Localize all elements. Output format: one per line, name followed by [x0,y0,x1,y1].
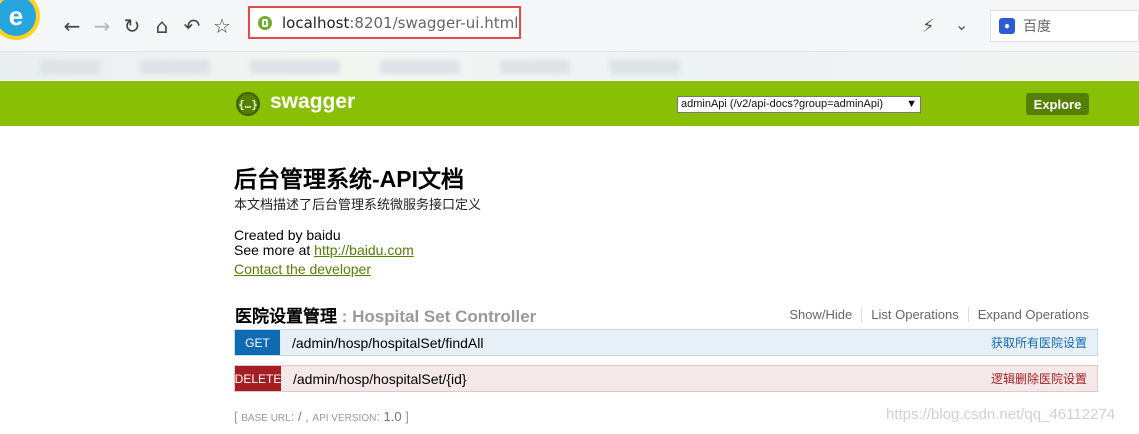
star-icon[interactable]: ☆ [210,14,234,38]
resource-name-cn: 医院设置管理 [235,307,337,326]
base-url-value: / [297,409,302,424]
api-version-label: API VERSION [312,413,377,424]
method-badge-get[interactable]: GET [235,330,280,355]
swagger-header: {…} swagger adminApi (/v2/api-docs?group… [0,81,1139,126]
home-icon[interactable]: ⌂ [150,14,174,38]
site-security-icon [258,15,272,30]
chevron-down-icon[interactable]: ⌄ [955,15,968,35]
contact-developer-link[interactable]: Contact the developer [234,261,371,277]
list-operations-link[interactable]: List Operations [862,307,969,322]
forward-icon[interactable]: → [90,14,114,38]
bolt-icon[interactable]: ⚡ [922,16,935,37]
see-more-link[interactable]: http://baidu.com [314,242,414,258]
created-by: Created by baidu [234,227,341,243]
search-box[interactable]: ● 百度 [990,10,1139,42]
url-text: localhost:8201/swagger-ui.html [282,13,519,32]
endpoint-path[interactable]: /admin/hosp/hospitalSet/{id} [293,371,991,387]
reload-icon[interactable]: ↻ [120,14,144,38]
api-group-value: adminApi (/v2/api-docs?group=adminApi) [681,98,884,110]
resource-operations: Show/Hide List Operations Expand Operati… [780,307,1089,322]
contact-row: Contact the developer [234,261,371,277]
bookmark-item[interactable] [40,60,100,74]
expand-operations-link[interactable]: Expand Operations [969,307,1089,322]
search-engine-label: 百度 [1023,18,1051,34]
resource-separator: : [337,307,353,326]
back-icon[interactable]: ← [60,14,84,38]
watermark: https://blog.csdn.net/qq_46112274 [886,406,1116,423]
show-hide-link[interactable]: Show/Hide [780,307,863,322]
base-url-label: BASE URL [241,413,291,424]
method-badge-delete[interactable]: DELETE [235,366,281,391]
browser-logo-icon: e [0,0,40,40]
select-arrow-icon: ▼ [906,98,917,110]
bookmark-bar [0,52,1139,80]
endpoint-delete-by-id[interactable]: DELETE /admin/hosp/hospitalSet/{id} 逻辑删除… [234,365,1098,392]
endpoint-path[interactable]: /admin/hosp/hospitalSet/findAll [292,335,991,351]
bookmark-item[interactable] [140,60,210,74]
swagger-logo-icon: {…} [236,92,260,116]
page-title: 后台管理系统-API文档 [234,166,464,192]
bookmark-item[interactable] [250,60,340,74]
bookmark-item[interactable] [380,60,460,74]
info-meta: Created by baidu See more at http://baid… [234,228,414,258]
address-bar[interactable]: localhost:8201/swagger-ui.html [248,6,521,39]
resource-name-en: Hospital Set Controller [352,307,537,326]
bookmark-item[interactable] [610,60,680,74]
api-group-select[interactable]: adminApi (/v2/api-docs?group=adminApi) ▼ [677,96,921,113]
undo-icon[interactable]: ↶ [180,14,204,38]
api-description: 本文档描述了后台管理系统微服务接口定义 [234,197,482,212]
browser-toolbar: e ← → ↻ ⌂ ↶ ☆ localhost:8201/swagger-ui.… [0,0,1139,52]
resource-title[interactable]: 医院设置管理 : Hospital Set Controller [235,302,536,327]
endpoint-get-findall[interactable]: GET /admin/hosp/hospitalSet/findAll 获取所有… [234,329,1098,356]
explore-button[interactable]: Explore [1026,93,1089,115]
swagger-brand[interactable]: swagger [270,90,355,114]
see-more: See more at http://baidu.com [234,242,414,258]
bookmark-item[interactable] [500,60,570,74]
base-url-info: [ BASE URL: / , API VERSION: 1.0 ] [234,409,409,424]
endpoint-summary[interactable]: 逻辑删除医院设置 [991,370,1097,387]
api-version-value: 1.0 [383,409,402,424]
baidu-paw-icon: ● [999,18,1015,34]
endpoint-summary[interactable]: 获取所有医院设置 [991,334,1097,351]
